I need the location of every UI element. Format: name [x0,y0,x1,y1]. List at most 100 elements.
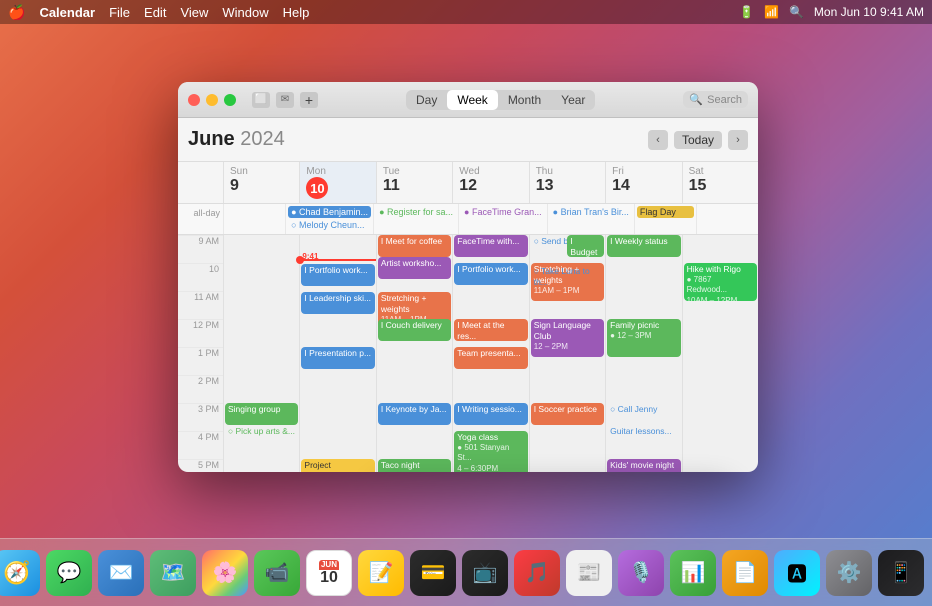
day-num-sat: 15 [689,177,707,195]
prev-week-button[interactable]: ‹ [648,130,668,150]
time-3pm: 3 PM [178,403,223,431]
event-team-presenta[interactable]: Team presenta... [454,347,527,369]
titlebar-controls: ⬜ ✉ + [252,92,318,108]
event-take-luna[interactable]: ○ Take Luna to th... [531,265,604,287]
menubar-edit[interactable]: Edit [144,5,166,20]
menubar-app-name[interactable]: Calendar [39,5,95,20]
event-leadership[interactable]: I Leadership ski... [301,292,374,314]
dock-numbers[interactable]: 📊 [670,550,716,596]
day-header-wed[interactable]: Wed 12 [452,162,528,203]
day-header-mon[interactable]: Mon 10 [299,162,375,203]
dock-appletv[interactable]: 📺 [462,550,508,596]
day-name-fri: Fri [612,166,677,177]
toolbar-button[interactable]: ✉ [276,92,294,108]
menubar-help[interactable]: Help [283,5,310,20]
event-artist-workshop[interactable]: Artist worksho... [378,257,451,279]
add-event-button[interactable]: + [300,92,318,108]
day-name-mon: Mon [306,166,371,177]
allday-event-facetime[interactable]: ● FaceTime Gran... [461,206,545,218]
day-header-thu[interactable]: Thu 13 [529,162,605,203]
calendar-window: ⬜ ✉ + Day Week Month Year 🔍 Search June … [178,82,758,472]
allday-event-melody[interactable]: ○ Melody Cheun... [288,219,371,231]
tab-week[interactable]: Week [447,90,497,110]
current-time-label: 9:41 [302,252,318,261]
event-portfolio-work-wed[interactable]: I Portfolio work... [454,263,527,285]
event-family-picnic[interactable]: Family picnic ● 12 – 3PM [607,319,680,357]
allday-event-flagday[interactable]: Flag Day [637,206,694,218]
event-presentation[interactable]: I Presentation p... [301,347,374,369]
menubar-file[interactable]: File [109,5,130,20]
search-box[interactable]: 🔍 Search [683,91,748,108]
event-facetime-with[interactable]: FaceTime with... [454,235,527,257]
allday-row: all-day ● Chad Benjamin... ○ Melody Cheu… [178,204,758,235]
zoom-button[interactable] [224,94,236,106]
day-name-thu: Thu [536,166,601,177]
close-button[interactable] [188,94,200,106]
event-hike[interactable]: Hike with Rigo ● 7867 Redwood... 10AM – … [684,263,757,301]
time-marker: 9:41 [300,259,375,261]
event-meet-res[interactable]: I Meet at the res... [454,319,527,341]
event-taco-night[interactable]: Taco night [378,459,451,472]
time-5pm: 5 PM [178,459,223,472]
event-portfolio-work-mon[interactable]: I Portfolio work... [301,264,374,286]
dock-notes[interactable]: 📝 [358,550,404,596]
event-project-presentations[interactable]: Project presentations 8 – 7PM [301,459,374,472]
dock-photos[interactable]: 🌸 [202,550,248,596]
sidebar-toggle-button[interactable]: ⬜ [252,92,270,108]
day-header-fri[interactable]: Fri 14 [605,162,681,203]
dock-calendar[interactable]: JUN 10 [306,550,352,596]
event-weekly-status[interactable]: I Weekly status [607,235,680,257]
tab-day[interactable]: Day [406,90,447,110]
menubar-view[interactable]: View [180,5,208,20]
next-week-button[interactable]: › [728,130,748,150]
event-singing-group[interactable]: Singing group [225,403,298,425]
dock-wallet[interactable]: 💳 [410,550,456,596]
allday-event-brian[interactable]: ● Brian Tran's Bir... [550,206,632,218]
day-name-tue: Tue [383,166,448,177]
minimize-button[interactable] [206,94,218,106]
dock-pages[interactable]: 📄 [722,550,768,596]
event-guitar-lessons[interactable]: Guitar lessons... [607,425,680,447]
dock-facetime[interactable]: 📹 [254,550,300,596]
dock-settings[interactable]: ⚙️ [826,550,872,596]
dock-safari[interactable]: 🧭 [0,550,40,596]
dock-news[interactable]: 📰 [566,550,612,596]
event-call-jenny[interactable]: ○ Call Jenny [607,403,680,425]
allday-event-chad[interactable]: ● Chad Benjamin... [288,206,371,218]
allday-event-register[interactable]: ● Register for sa... [376,206,456,218]
menubar-left: 🍎 Calendar File Edit View Window Help [8,4,309,21]
event-soccer[interactable]: I Soccer practice [531,403,604,425]
event-meet-coffee[interactable]: I Meet for coffee [378,235,451,257]
day-header-tue[interactable]: Tue 11 [376,162,452,203]
titlebar: ⬜ ✉ + Day Week Month Year 🔍 Search [178,82,758,118]
dock-appstore[interactable]: 🅰 [774,550,820,596]
tab-month[interactable]: Month [498,90,551,110]
event-couch-delivery[interactable]: I Couch delivery [378,319,451,341]
time-4pm: 4 PM [178,431,223,459]
days-header: Sun 9 Mon 10 Tue 11 Wed 12 [178,162,758,204]
dock-maps[interactable]: 🗺️ [150,550,196,596]
event-budget-meeting[interactable]: I Budget meeting [567,235,604,257]
allday-cell-mon: ● Chad Benjamin... ○ Melody Cheun... [285,204,373,234]
day-col-tue: I Meet for coffee Artist worksho... Stre… [376,235,452,472]
event-sign-language[interactable]: Sign Language Club 12 – 2PM [531,319,604,357]
dock-iphone[interactable]: 📱 [878,550,924,596]
menubar-window[interactable]: Window [222,5,268,20]
day-header-sat[interactable]: Sat 15 [682,162,758,203]
menubar: 🍎 Calendar File Edit View Window Help 🔋 … [0,0,932,24]
today-button[interactable]: Today [674,131,722,149]
event-writing-session[interactable]: I Writing sessio... [454,403,527,425]
apple-menu[interactable]: 🍎 [8,4,25,21]
day-col-wed: FaceTime with... I Portfolio work... I M… [452,235,528,472]
event-pickup-arts[interactable]: ○ Pick up arts &... [225,425,298,445]
event-kids-movie[interactable]: Kids' movie night [607,459,680,472]
corner-cell [178,162,223,203]
dock-podcasts[interactable]: 🎙️ [618,550,664,596]
event-keynote[interactable]: I Keynote by Ja... [378,403,451,425]
event-yoga[interactable]: Yoga class ● 501 Stanyan St... 4 – 6:30P… [454,431,527,472]
dock-mail[interactable]: ✉️ [98,550,144,596]
tab-year[interactable]: Year [551,90,595,110]
dock-music[interactable]: 🎵 [514,550,560,596]
dock-messages[interactable]: 💬 [46,550,92,596]
day-header-sun[interactable]: Sun 9 [223,162,299,203]
